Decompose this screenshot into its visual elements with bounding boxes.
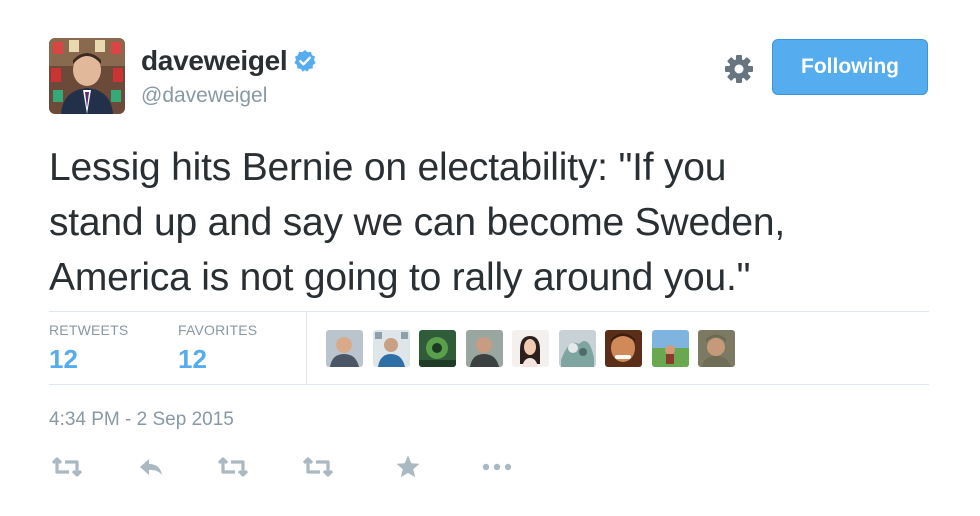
following-button[interactable]: Following bbox=[772, 39, 928, 95]
favorites-count[interactable]: 12 bbox=[178, 344, 207, 375]
retweet-icon[interactable] bbox=[216, 452, 250, 482]
retweet-icon[interactable] bbox=[301, 452, 335, 482]
more-icon[interactable] bbox=[480, 452, 514, 482]
favoriters-list bbox=[326, 330, 745, 367]
profile-photo-icon bbox=[49, 38, 125, 114]
display-name[interactable]: daveweigel bbox=[141, 45, 288, 77]
favoriter-avatar[interactable] bbox=[512, 330, 549, 367]
favoriter-avatar[interactable] bbox=[372, 330, 410, 367]
verified-badge-icon bbox=[294, 50, 317, 72]
favoriter-avatar[interactable] bbox=[651, 330, 689, 367]
tweet-text: Lessig hits Bernie on electability: "If … bbox=[49, 140, 949, 305]
divider bbox=[49, 311, 929, 312]
star-icon[interactable] bbox=[394, 452, 422, 482]
user-name-row[interactable]: daveweigel bbox=[141, 44, 317, 78]
reply-icon[interactable] bbox=[136, 452, 166, 482]
user-handle[interactable]: @daveweigel bbox=[141, 84, 267, 108]
favoriter-avatar[interactable] bbox=[558, 330, 596, 367]
favorites-label[interactable]: FAVORITES bbox=[178, 322, 257, 338]
tweet-text-line: America is not going to rally around you… bbox=[49, 256, 751, 299]
retweets-count[interactable]: 12 bbox=[49, 344, 78, 375]
retweet-icon[interactable] bbox=[50, 452, 84, 482]
tweet-text-line: Lessig hits Bernie on electability: "If … bbox=[49, 146, 727, 189]
tweet-timestamp[interactable]: 4:34 PM - 2 Sep 2015 bbox=[49, 409, 234, 431]
favoriter-avatar[interactable] bbox=[698, 330, 735, 367]
favoriter-avatar[interactable] bbox=[465, 330, 503, 367]
retweets-label[interactable]: RETWEETS bbox=[49, 322, 128, 338]
gear-icon[interactable] bbox=[722, 52, 756, 86]
favoriter-avatar[interactable] bbox=[605, 330, 642, 367]
divider bbox=[49, 384, 929, 385]
user-avatar[interactable] bbox=[49, 38, 125, 114]
tweet-text-line: stand up and say we can become Sweden, bbox=[49, 201, 786, 244]
favoriter-avatar[interactable] bbox=[419, 330, 456, 367]
divider bbox=[306, 312, 307, 384]
favoriter-avatar[interactable] bbox=[326, 330, 363, 367]
